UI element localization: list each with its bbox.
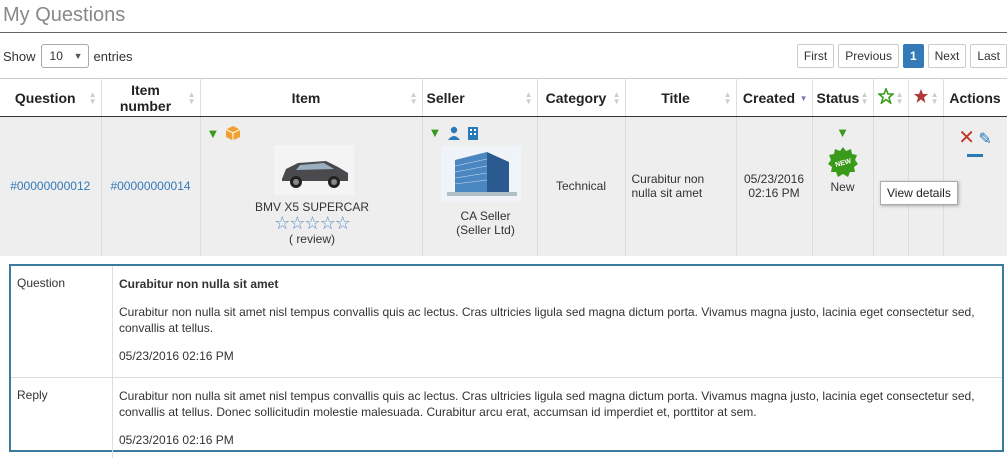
sort-icon: ▲ ▼ xyxy=(930,90,939,106)
seller-company: (Seller Ltd) xyxy=(456,223,515,237)
header-label: Item xyxy=(291,89,321,106)
rating-stars[interactable]: ☆☆☆☆☆ xyxy=(207,214,418,232)
item-number-link[interactable]: #00000000014 xyxy=(110,179,190,193)
item-name: BMV X5 SUPERCAR xyxy=(254,200,370,214)
seller-cell: ▼ CA Seller (Seller Ltd) xyxy=(422,116,538,256)
header-label: Status xyxy=(816,89,860,106)
user-icon[interactable] xyxy=(447,126,461,140)
red-star-icon xyxy=(913,89,928,103)
seller-name: CA Seller xyxy=(460,209,511,223)
sort-icon: ▲ ▼ xyxy=(895,90,904,106)
column-header-starred[interactable]: ▲ ▼ xyxy=(873,78,909,117)
question-number-link[interactable]: #00000000012 xyxy=(10,179,90,193)
created-date: 05/23/2016 xyxy=(743,172,805,187)
new-badge-icon: NEW xyxy=(827,147,858,177)
header-label: Question xyxy=(14,89,76,106)
sort-icon: ▲ ▼ xyxy=(187,90,196,106)
detail-reply-text: Curabitur non nulla sit amet nisl tempus… xyxy=(119,389,975,419)
box-icon[interactable] xyxy=(225,125,241,141)
detail-question-label: Question xyxy=(11,266,113,377)
sort-icon: ▲ ▼ xyxy=(612,90,621,106)
column-header-item-number[interactable]: Item number ▲ ▼ xyxy=(101,78,201,117)
header-label: Created xyxy=(742,89,796,106)
page-title: My Questions xyxy=(3,4,126,26)
sort-desc-icon: ▼ xyxy=(799,94,808,103)
question-number-cell: #00000000012 xyxy=(0,116,102,256)
sort-icon: ▲ ▼ xyxy=(88,90,97,106)
current-page-button[interactable]: 1 xyxy=(902,44,924,68)
review-link[interactable]: ( review) xyxy=(207,232,418,246)
last-page-button[interactable]: Last xyxy=(970,44,1007,68)
detail-reply-timestamp: 05/23/2016 02:16 PM xyxy=(119,433,234,447)
view-details-tooltip: View details xyxy=(880,181,958,205)
column-header-actions: Actions xyxy=(943,78,1007,117)
column-header-question[interactable]: Question ▲ ▼ xyxy=(0,78,102,117)
sort-icon: ▲ ▼ xyxy=(723,90,732,106)
first-page-button[interactable]: First xyxy=(796,44,835,68)
detail-reply-body: Curabitur non nulla sit amet nisl tempus… xyxy=(113,378,1002,458)
header-label: Title xyxy=(661,89,690,106)
status-cell: ▼ NEW New xyxy=(812,116,874,256)
status-text: New xyxy=(830,180,855,194)
questions-table: Question ▲ ▼ Item number ▲ ▼ Item ▲ ▼ Seller ▲ ▼… xyxy=(0,78,1007,256)
created-time: 02:16 PM xyxy=(748,186,800,201)
header-label: Category xyxy=(545,89,607,106)
building-icon[interactable] xyxy=(467,126,479,140)
filter-icon[interactable]: ▼ xyxy=(836,125,849,140)
detail-question-text: Curabitur non nulla sit amet nisl tempus… xyxy=(119,305,975,335)
header-label: Actions xyxy=(949,89,1001,106)
car-image xyxy=(274,145,354,195)
green-star-icon xyxy=(876,86,895,106)
detail-reply-row: Reply Curabitur non nulla sit amet nisl … xyxy=(11,378,1002,458)
header-label: Seller xyxy=(426,89,465,106)
header-label: Item number xyxy=(119,81,172,114)
detail-question-row: Question Curabitur non nulla sit amet Cu… xyxy=(11,266,1002,378)
edit-icon[interactable]: ✎ xyxy=(978,131,991,148)
filter-icon[interactable]: ▼ xyxy=(429,125,442,140)
detail-question-body: Curabitur non nulla sit amet Curabitur n… xyxy=(113,266,1002,377)
column-header-item[interactable]: Item ▲ ▼ xyxy=(200,78,423,117)
detail-reply-label: Reply xyxy=(11,378,113,458)
column-header-seller[interactable]: Seller ▲ ▼ xyxy=(422,78,538,117)
column-header-status[interactable]: Status ▲ ▼ xyxy=(812,78,874,117)
entries-value: 10 xyxy=(49,49,63,63)
created-cell: 05/23/2016 02:16 PM xyxy=(736,116,813,256)
entries-label: entries xyxy=(93,48,133,64)
column-header-created[interactable]: Created ▼ xyxy=(736,78,813,117)
table-row[interactable]: #00000000012 #00000000014 ▼ BMV X5 SUPER… xyxy=(0,116,1007,256)
column-header-flagged[interactable]: ▲ ▼ xyxy=(908,78,944,117)
collapse-icon[interactable] xyxy=(967,154,983,157)
sort-icon: ▲ ▼ xyxy=(860,90,869,106)
seller-building-image xyxy=(440,146,521,202)
filter-icon[interactable]: ▼ xyxy=(207,126,220,141)
previous-page-button[interactable]: Previous xyxy=(838,44,899,68)
entries-select[interactable]: 10 ▼ xyxy=(40,44,89,68)
next-page-button[interactable]: Next xyxy=(927,44,967,68)
show-label: Show xyxy=(3,48,36,64)
column-header-category[interactable]: Category ▲ ▼ xyxy=(537,78,626,117)
question-detail-panel: Question Curabitur non nulla sit amet Cu… xyxy=(9,264,1004,458)
item-cell: ▼ BMV X5 SUPERCAR ☆☆☆☆☆ ( review) xyxy=(200,116,423,256)
sort-icon: ▲ ▼ xyxy=(524,90,533,106)
detail-question-title: Curabitur non nulla sit amet xyxy=(119,277,279,291)
column-header-title[interactable]: Title ▲ ▼ xyxy=(625,78,737,117)
entries-control: Show 10 ▼ entries xyxy=(3,44,133,68)
sort-icon: ▲ ▼ xyxy=(409,90,418,106)
title-cell: Curabitur non nulla sit amet xyxy=(625,116,737,256)
category-cell: Technical xyxy=(537,116,626,256)
chevron-down-icon: ▼ xyxy=(73,51,83,61)
delete-icon[interactable]: ✕ xyxy=(958,127,975,149)
title-divider xyxy=(0,32,1007,33)
pagination: First Previous 1 Next Last xyxy=(796,44,1007,68)
item-number-cell: #00000000014 xyxy=(101,116,201,256)
detail-question-timestamp: 05/23/2016 02:16 PM xyxy=(119,349,234,363)
